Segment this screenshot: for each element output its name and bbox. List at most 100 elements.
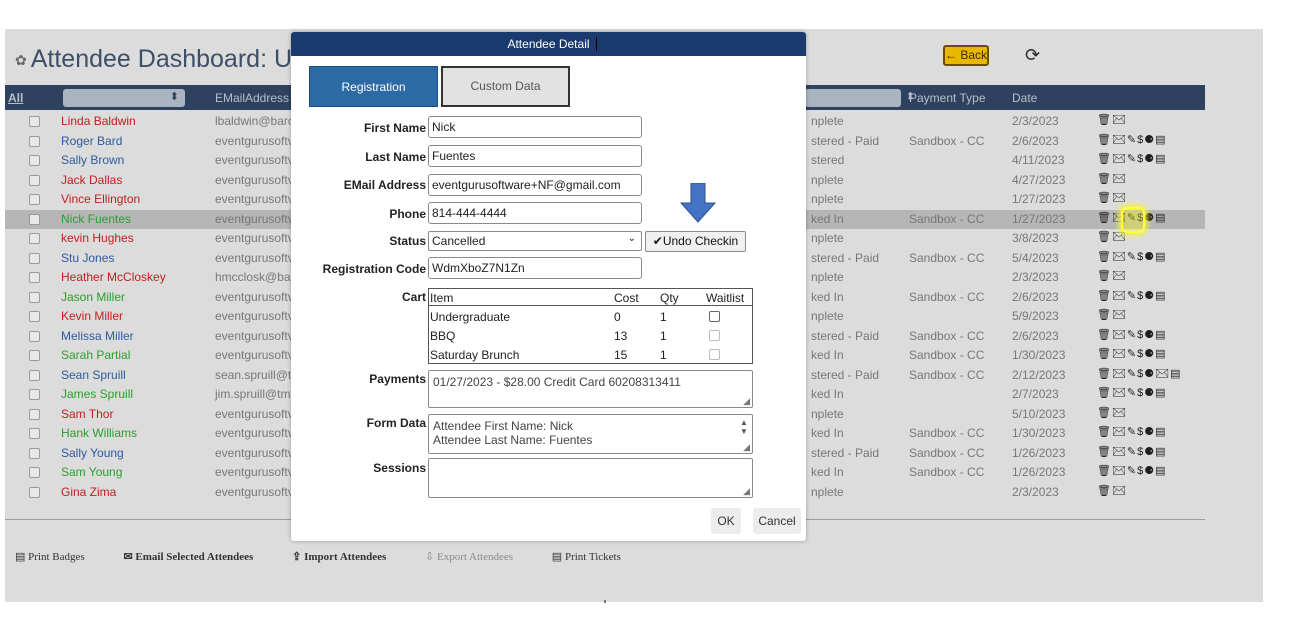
attendee-name-link[interactable]: Sam Thor bbox=[61, 407, 113, 421]
attendee-status: stered bbox=[811, 153, 845, 167]
row-checkbox[interactable] bbox=[29, 408, 40, 420]
tab-registration[interactable]: Registration bbox=[309, 66, 438, 107]
attendee-name-link[interactable]: Stu Jones bbox=[61, 251, 114, 265]
row-action-icons[interactable]: 🗑✉✎$⚈▤ bbox=[1097, 445, 1167, 458]
row-action-icons[interactable]: 🗑✉ bbox=[1097, 113, 1127, 126]
waitlist-checkbox[interactable] bbox=[709, 311, 720, 322]
row-checkbox[interactable] bbox=[29, 350, 40, 361]
row-checkbox[interactable] bbox=[29, 291, 40, 303]
back-button[interactable]: ← Back bbox=[943, 45, 989, 66]
ok-button[interactable]: OK bbox=[711, 508, 741, 534]
attendee-name-link[interactable]: Linda Baldwin bbox=[61, 114, 136, 128]
row-checkbox[interactable] bbox=[29, 330, 40, 342]
row-checkbox[interactable] bbox=[29, 213, 40, 225]
refresh-icon[interactable]: ⟳ bbox=[1025, 45, 1040, 66]
row-action-icons[interactable]: 🗑✉ bbox=[1097, 406, 1127, 419]
registration-code-field[interactable]: WdmXboZ7N1Zn bbox=[428, 257, 642, 279]
row-checkbox[interactable] bbox=[29, 233, 40, 244]
row-checkbox[interactable] bbox=[29, 311, 40, 322]
attendee-name-link[interactable]: Sam Young bbox=[61, 465, 122, 479]
column-date[interactable]: Date bbox=[1012, 91, 1037, 105]
row-action-icons[interactable]: 🗑✉ bbox=[1097, 230, 1127, 243]
print-badges-button[interactable]: ▤ Print Badges bbox=[15, 551, 103, 563]
row-checkbox[interactable] bbox=[29, 135, 40, 147]
attendee-name-link[interactable]: Sean Spruill bbox=[61, 368, 126, 382]
first-name-field[interactable]: Nick bbox=[428, 116, 642, 138]
row-action-icons[interactable]: 🗑✉✎$⚈▤ bbox=[1097, 328, 1167, 341]
row-checkbox[interactable] bbox=[29, 428, 40, 439]
phone-field[interactable]: 814-444-4444 bbox=[428, 202, 642, 224]
resize-grip-icon[interactable]: ◢ bbox=[743, 486, 750, 497]
row-checkbox[interactable] bbox=[29, 467, 40, 478]
name-filter-select[interactable]: ⬍ bbox=[63, 89, 185, 107]
attendee-name-link[interactable]: Sarah Partial bbox=[61, 348, 130, 362]
row-action-icons[interactable]: 🗑✉✎$⚈✉▤ bbox=[1097, 367, 1181, 380]
row-checkbox[interactable] bbox=[29, 194, 40, 205]
waitlist-checkbox[interactable] bbox=[709, 349, 720, 360]
footer-actions: ▤ Print Badges ✉ Email Selected Attendee… bbox=[15, 550, 657, 563]
scroll-arrows-icon[interactable]: ▲ ▼ bbox=[738, 418, 750, 436]
row-action-icons[interactable]: 🗑✉✎$⚈▤ bbox=[1097, 133, 1167, 146]
attendee-name-link[interactable]: Sally Brown bbox=[61, 153, 124, 167]
status-filter-select[interactable]: ⬍ bbox=[805, 89, 915, 107]
row-checkbox[interactable] bbox=[29, 252, 40, 264]
row-action-icons[interactable]: 🗑✉ bbox=[1097, 191, 1127, 204]
row-action-icons[interactable]: 🗑✉✎$⚈▤ bbox=[1097, 386, 1167, 399]
row-checkbox[interactable] bbox=[29, 174, 40, 186]
row-checkbox[interactable] bbox=[29, 272, 40, 283]
row-action-icons[interactable]: 🗑✉✎$⚈▤ bbox=[1097, 289, 1167, 302]
email-field[interactable]: eventgurusoftware+NF@gmail.com bbox=[428, 174, 642, 196]
attendee-name-link[interactable]: Nick Fuentes bbox=[61, 212, 131, 226]
undo-checkin-button[interactable]: ✔Undo Checkin bbox=[645, 231, 746, 252]
attendee-name-link[interactable]: kevin Hughes bbox=[61, 231, 134, 245]
last-name-label: Last Name bbox=[365, 150, 426, 164]
last-name-field[interactable]: Fuentes bbox=[428, 145, 642, 167]
print-tickets-button[interactable]: ▤ Print Tickets bbox=[552, 551, 639, 563]
form-data-line: Attendee First Name: Nick bbox=[433, 419, 574, 433]
attendee-name-link[interactable]: Jack Dallas bbox=[61, 173, 122, 187]
attendee-name-link[interactable]: Heather McCloskey bbox=[61, 270, 166, 284]
attendee-name-link[interactable]: Kevin Miller bbox=[61, 309, 123, 323]
row-action-icons[interactable]: 🗑✉✎$⚈▤ bbox=[1097, 347, 1167, 360]
import-attendees-button[interactable]: ⇪ Import Attendees bbox=[292, 551, 404, 563]
export-attendees-button[interactable]: ⇩ Export Attendees bbox=[425, 551, 531, 563]
row-action-icons[interactable]: 🗑✉ bbox=[1097, 308, 1127, 321]
select-all-link[interactable]: All bbox=[8, 91, 23, 105]
column-email[interactable]: EMailAddress bbox=[215, 91, 289, 105]
row-action-icons[interactable]: 🗑✉✎$⚈▤ bbox=[1097, 250, 1167, 263]
attendee-name-link[interactable]: Vince Ellington bbox=[61, 192, 140, 206]
attendee-name-link[interactable]: Melissa Miller bbox=[61, 329, 134, 343]
email-selected-button[interactable]: ✉ Email Selected Attendees bbox=[123, 551, 271, 563]
row-action-icons[interactable]: 🗑✉ bbox=[1097, 269, 1127, 282]
attendee-name-link[interactable]: James Spruill bbox=[61, 387, 133, 401]
payments-textarea[interactable]: 01/27/2023 - $28.00 Credit Card 60208313… bbox=[428, 370, 753, 408]
row-checkbox[interactable] bbox=[29, 447, 40, 459]
waitlist-checkbox[interactable] bbox=[709, 330, 720, 341]
attendee-status: ked In bbox=[811, 211, 844, 226]
sessions-textarea[interactable]: ◢ bbox=[428, 458, 753, 498]
tab-custom-data[interactable]: Custom Data bbox=[441, 66, 570, 107]
row-checkbox[interactable] bbox=[29, 369, 40, 381]
column-payment-type[interactable]: Payment Type bbox=[909, 91, 986, 105]
row-checkbox[interactable] bbox=[29, 116, 40, 127]
attendee-name-link[interactable]: Sally Young bbox=[61, 446, 124, 460]
row-checkbox[interactable] bbox=[29, 389, 40, 400]
cancel-button[interactable]: Cancel bbox=[753, 508, 801, 534]
attendee-name-link[interactable]: Hank Williams bbox=[61, 426, 137, 440]
form-data-textarea[interactable]: Attendee First Name: Nick Attendee Last … bbox=[428, 414, 753, 454]
attendee-name-link[interactable]: Gina Zima bbox=[61, 485, 116, 499]
row-action-icons[interactable]: 🗑✉ bbox=[1097, 484, 1127, 497]
row-action-icons[interactable]: 🗑✉✎$⚈▤ bbox=[1097, 152, 1167, 165]
row-action-icons[interactable]: 🗑✉ bbox=[1097, 172, 1127, 185]
status-select[interactable]: Cancelled ⌄ bbox=[428, 231, 642, 251]
row-action-icons[interactable]: 🗑✉✎$⚈▤ bbox=[1097, 425, 1167, 438]
resize-grip-icon[interactable]: ◢ bbox=[743, 442, 750, 453]
highlighted-edit-icon[interactable] bbox=[1121, 207, 1145, 233]
attendee-status: nplete bbox=[811, 309, 844, 323]
resize-grip-icon[interactable]: ◢ bbox=[743, 396, 750, 407]
row-action-icons[interactable]: 🗑✉✎$⚈▤ bbox=[1097, 464, 1167, 477]
attendee-name-link[interactable]: Roger Bard bbox=[61, 134, 122, 148]
row-checkbox[interactable] bbox=[29, 486, 40, 498]
attendee-name-link[interactable]: Jason Miller bbox=[61, 290, 125, 304]
row-checkbox[interactable] bbox=[29, 155, 40, 166]
